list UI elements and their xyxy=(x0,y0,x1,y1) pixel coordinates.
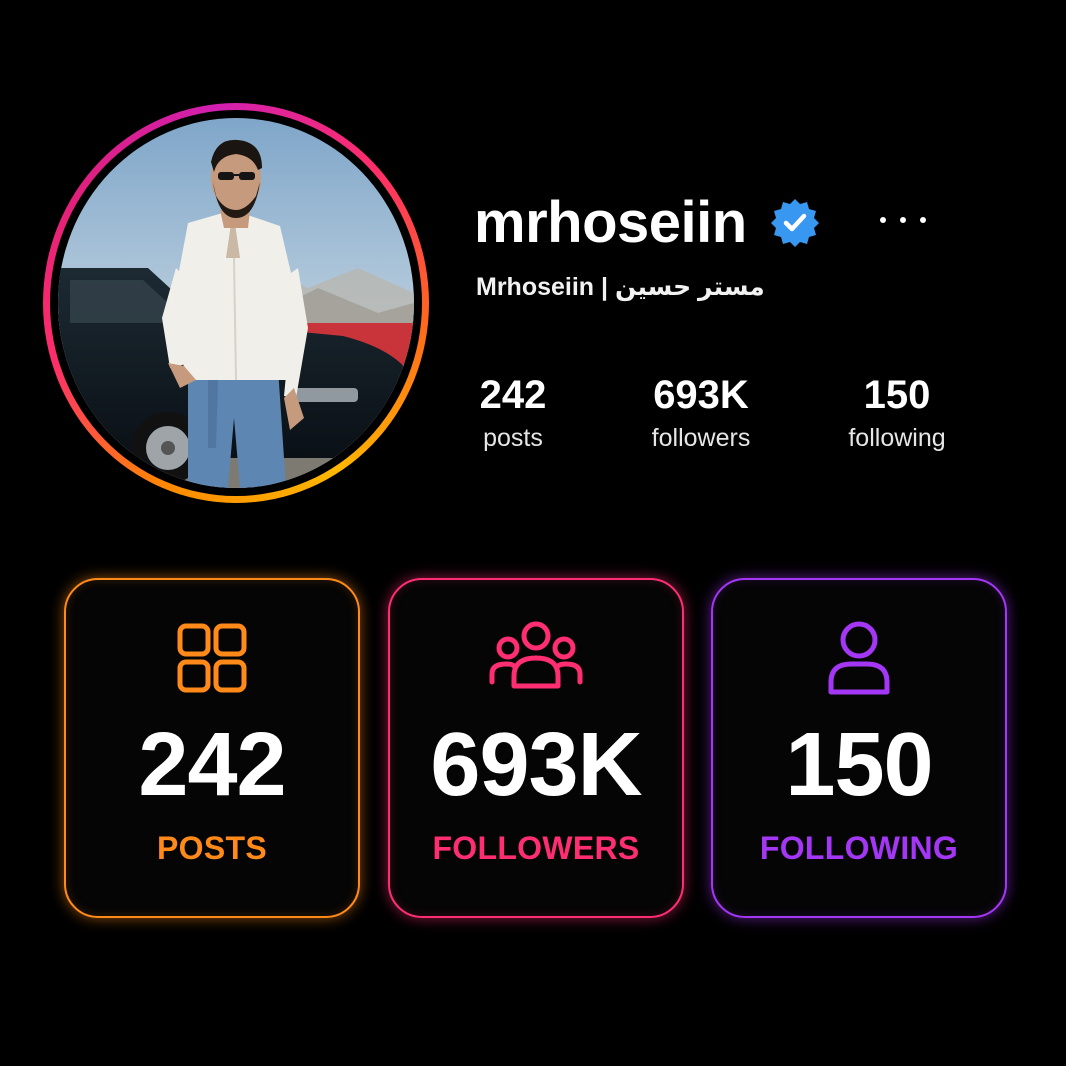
followers-card-value: 693K xyxy=(430,715,642,815)
username: mrhoseiin xyxy=(474,190,747,255)
verified-badge-icon xyxy=(770,199,819,247)
followers-count: 693K xyxy=(653,373,749,417)
avatar[interactable] xyxy=(58,118,414,488)
followers-card[interactable]: 693K FOLLOWERS xyxy=(388,578,684,918)
more-dot-icon xyxy=(920,217,926,223)
users-group-icon xyxy=(488,620,584,696)
profile-full-name: Mrhoseiin | مستر حسین xyxy=(476,273,765,301)
following-card-label: FOLLOWING xyxy=(759,830,959,866)
posts-card-label: POSTS xyxy=(157,830,267,866)
posts-stat[interactable]: 242 posts xyxy=(480,372,547,453)
posts-card[interactable]: 242 POSTS xyxy=(64,578,360,918)
more-dot-icon xyxy=(880,217,886,223)
posts-card-value: 242 xyxy=(138,715,286,815)
avatar-ring-gap xyxy=(50,110,422,496)
followers-card-label: FOLLOWERS xyxy=(432,830,640,866)
following-count: 150 xyxy=(863,373,931,417)
followers-label: followers xyxy=(651,424,751,452)
user-icon xyxy=(811,620,907,696)
grid-icon xyxy=(164,620,260,696)
avatar-story-ring[interactable] xyxy=(43,103,429,503)
following-label: following xyxy=(848,424,946,452)
more-dot-icon xyxy=(900,217,906,223)
followers-stat[interactable]: 693K followers xyxy=(652,372,751,453)
following-stat[interactable]: 150 following xyxy=(848,372,945,453)
following-card-value: 150 xyxy=(785,715,933,815)
posts-count: 242 xyxy=(479,373,547,417)
posts-label: posts xyxy=(483,424,543,452)
following-card[interactable]: 150 FOLLOWING xyxy=(711,578,1007,918)
more-options-button[interactable] xyxy=(880,203,926,237)
username-row: mrhoseiin xyxy=(474,185,821,261)
